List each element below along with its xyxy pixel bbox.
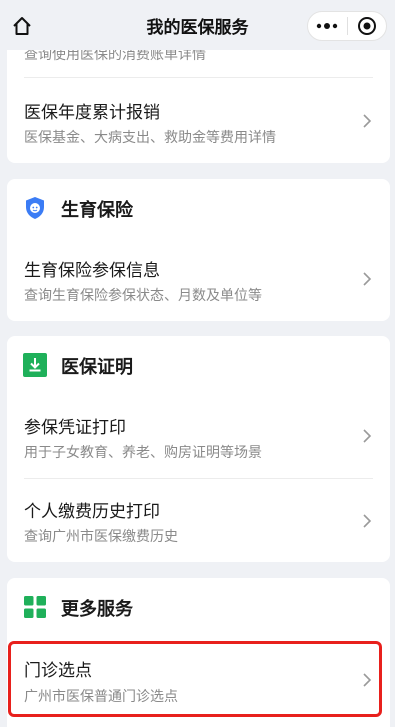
close-mini-program-icon[interactable] (348, 12, 387, 40)
list-item-title: 个人缴费历史打印 (24, 502, 160, 522)
chevron-right-icon (363, 272, 372, 286)
card-maternity-insurance: 生育保险 生育保险参保信息 查询生育保险参保状态、月数及单位等 (7, 179, 390, 321)
list-item-title: 医保年度累计报销 (24, 103, 160, 123)
list-item-payment-history[interactable]: 个人缴费历史打印 查询广州市医保缴费历史 (7, 479, 390, 562)
list-item-certificate-print[interactable]: 参保凭证打印 用于子女教育、养老、购房证明等场景 (7, 393, 390, 478)
home-icon[interactable] (8, 12, 36, 40)
chevron-right-icon (363, 114, 372, 128)
section-header-more: 更多服务 (7, 578, 390, 634)
list-item-title: 生育保险参保信息 (24, 261, 160, 281)
chevron-right-icon (363, 673, 372, 687)
list-item-subtitle: 用于子女教育、养老、购房证明等场景 (24, 445, 262, 461)
list-item-title: 门诊选点 (24, 661, 92, 681)
section-title: 生育保险 (61, 200, 133, 221)
card-more-services: 更多服务 门诊选点 广州市医保普通门诊选点 (7, 578, 390, 727)
card-insurance-certificates: 医保证明 参保凭证打印 用于子女教育、养老、购房证明等场景 个人缴费历史打印 查… (7, 336, 390, 562)
page-title: 我的医保服务 (146, 17, 249, 38)
list-item-title: 参保凭证打印 (24, 418, 126, 438)
list-item-annual-reimbursement[interactable]: 医保年度累计报销 医保基金、大病支出、救助金等费用详情 (7, 78, 390, 163)
mini-program-capsule (307, 11, 387, 41)
list-item-subtitle: 医保基金、大病支出、救助金等费用详情 (24, 130, 276, 146)
list-item-subtitle: 查询广州市医保缴费历史 (24, 529, 178, 545)
section-title: 医保证明 (61, 357, 133, 378)
list-item-subtitle: 查询生育保险参保状态、月数及单位等 (24, 288, 262, 304)
top-bar: 我的医保服务 (0, 0, 395, 50)
list-item-outpatient-selection[interactable]: 门诊选点 广州市医保普通门诊选点 (7, 641, 390, 719)
shield-baby-icon (26, 197, 44, 219)
chevron-right-icon (363, 514, 372, 528)
more-menu-icon[interactable] (308, 12, 347, 40)
download-icon (23, 353, 47, 377)
section-header-certificate: 医保证明 (7, 336, 390, 392)
list-item-maternity-info[interactable]: 生育保险参保信息 查询生育保险参保状态、月数及单位等 (7, 236, 390, 321)
chevron-right-icon (363, 429, 372, 443)
list-item-subtitle: 广州市医保普通门诊选点 (24, 689, 178, 705)
grid-apps-icon (24, 596, 46, 618)
section-title: 更多服务 (61, 599, 133, 620)
section-header-maternity: 生育保险 (7, 179, 390, 235)
